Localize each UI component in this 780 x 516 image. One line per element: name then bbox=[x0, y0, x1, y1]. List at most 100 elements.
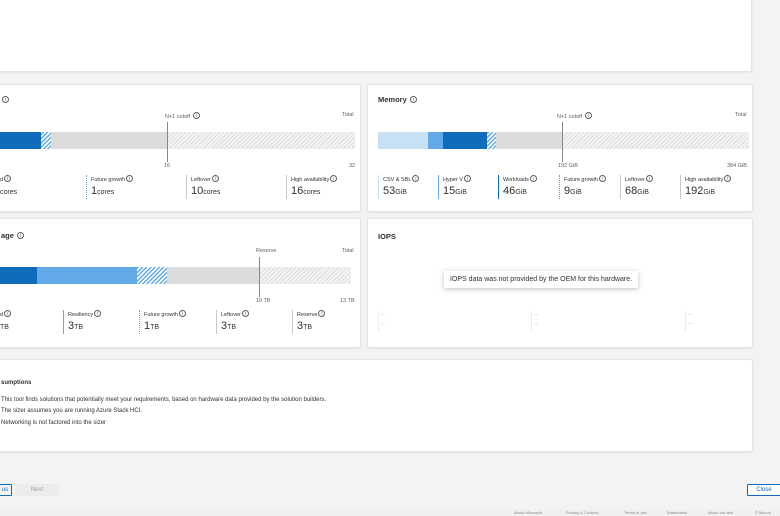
legend-label: d bbox=[0, 177, 4, 183]
legend-label: Future growth bbox=[91, 177, 125, 183]
storage-legend-used: d TB bbox=[0, 310, 12, 334]
info-icon[interactable] bbox=[125, 175, 133, 182]
legend-unit: GiB bbox=[455, 189, 467, 196]
legend-unit: GiB bbox=[395, 189, 407, 196]
iops-placeholder: -- -- bbox=[685, 311, 692, 333]
info-icon[interactable] bbox=[4, 310, 12, 317]
close-button[interactable]: Close bbox=[747, 484, 780, 496]
legend-unit: GiB bbox=[515, 189, 527, 196]
assumptions-title: sumptions bbox=[1, 380, 32, 386]
compute-n1-label: N+1 cutoff bbox=[165, 112, 200, 120]
legend-label: Reserve bbox=[297, 312, 318, 318]
info-icon[interactable] bbox=[2, 96, 9, 103]
compute-legend-growth: Future growth1cores bbox=[86, 175, 133, 199]
legend-unit: cores bbox=[203, 189, 221, 196]
info-icon[interactable] bbox=[330, 175, 338, 182]
info-icon[interactable] bbox=[241, 310, 249, 317]
info-icon[interactable] bbox=[584, 112, 592, 119]
footer-link-ads[interactable]: About our ads bbox=[708, 510, 733, 515]
footer: About Microsoft Privacy & Cookies Terms … bbox=[0, 509, 780, 516]
compute-ha-segment bbox=[51, 132, 167, 149]
storage-reserve-marker bbox=[259, 257, 260, 297]
storage-legend-resiliency: Resiliency3TB bbox=[63, 310, 102, 334]
legend-label: CSV & SBL bbox=[383, 177, 412, 183]
info-icon[interactable] bbox=[598, 175, 606, 182]
info-icon[interactable] bbox=[192, 112, 200, 119]
info-icon[interactable] bbox=[409, 96, 417, 103]
info-icon[interactable] bbox=[463, 175, 471, 182]
memory-title: Memory bbox=[378, 95, 417, 104]
memory-csv-segment bbox=[378, 132, 428, 149]
memory-card: Memory N+1 cutoff Total 192 GiB 384 GiB … bbox=[367, 84, 753, 212]
storage-total-value: 13 TB bbox=[340, 298, 355, 304]
info-icon[interactable] bbox=[211, 175, 219, 182]
compute-n1-marker bbox=[167, 122, 168, 162]
legend-label: Hyper V bbox=[443, 177, 463, 183]
memory-legend-hyperv: Hyper V 15GiB bbox=[438, 175, 471, 199]
legend-label: d bbox=[0, 312, 4, 318]
previous-button[interactable]: us bbox=[0, 484, 12, 496]
legend-unit: cores bbox=[97, 189, 115, 196]
legend-value: 16 bbox=[291, 185, 304, 197]
info-icon[interactable] bbox=[645, 175, 653, 182]
assumption-item: The sizer assumes you are running Azure … bbox=[1, 408, 143, 414]
storage-leftover-segment bbox=[167, 267, 259, 284]
legend-unit: TB bbox=[227, 324, 237, 331]
memory-workloads-segment bbox=[443, 132, 487, 149]
memory-n1-marker bbox=[562, 122, 563, 162]
storage-bar bbox=[0, 267, 351, 284]
info-icon[interactable] bbox=[724, 175, 732, 182]
info-icon[interactable] bbox=[17, 232, 25, 239]
footer-link-privacy[interactable]: Privacy & Cookies bbox=[566, 510, 598, 515]
compute-legend-used: d cores bbox=[0, 175, 17, 199]
memory-leftover-segment bbox=[496, 132, 562, 149]
compute-legend-leftover: Leftover 10cores bbox=[186, 175, 220, 199]
footer-copyright: © Micros bbox=[755, 510, 771, 515]
legend-unit: cores bbox=[0, 189, 18, 196]
info-icon[interactable] bbox=[178, 310, 186, 317]
memory-growth-segment bbox=[487, 132, 496, 149]
compute-growth-segment bbox=[41, 132, 51, 149]
info-icon[interactable] bbox=[4, 175, 12, 182]
memory-title-text: Memory bbox=[378, 95, 407, 104]
memory-legend-csv: CSV & SBL 53GiB bbox=[378, 175, 420, 199]
memory-n1-label-text: N+1 cutoff bbox=[557, 114, 583, 120]
footer-link-trademarks[interactable]: Trademarks bbox=[666, 510, 687, 515]
assumption-item: This tool finds solutions that potential… bbox=[1, 397, 327, 403]
info-icon[interactable] bbox=[529, 175, 537, 182]
storage-title-text: age bbox=[1, 231, 14, 240]
storage-reserve-label: Reserve bbox=[256, 248, 277, 254]
compute-bar bbox=[0, 132, 355, 149]
iops-placeholder-top: -- bbox=[381, 312, 385, 318]
storage-title: age bbox=[1, 231, 25, 240]
info-icon[interactable] bbox=[94, 310, 102, 317]
memory-legend-leftover: Leftover 68GiB bbox=[620, 175, 653, 199]
storage-card: age Reserve Total 10 TB 13 TB d TB Resili… bbox=[0, 218, 361, 348]
iops-placeholder-top: -- bbox=[534, 312, 538, 318]
legend-unit: TB bbox=[150, 324, 160, 331]
compute-title bbox=[1, 95, 9, 104]
legend-unit: TB bbox=[74, 324, 84, 331]
legend-unit: GiB bbox=[637, 189, 649, 196]
storage-growth-segment bbox=[137, 267, 167, 284]
iops-placeholder-bottom: -- bbox=[688, 321, 692, 327]
compute-n1-label-text: N+1 cutoff bbox=[165, 114, 191, 120]
compute-card: N+1 cutoff Total 16 32 d cores Future gro… bbox=[0, 84, 361, 212]
legend-value: 46 bbox=[503, 185, 516, 197]
memory-n1-value: 192 GiB bbox=[558, 163, 578, 169]
top-panel bbox=[0, 0, 752, 72]
memory-total-label: Total bbox=[735, 112, 747, 118]
info-icon[interactable] bbox=[412, 175, 420, 182]
next-button[interactable]: Next bbox=[15, 484, 59, 496]
legend-unit: cores bbox=[303, 189, 321, 196]
legend-label: Leftover bbox=[221, 312, 241, 318]
footer-link-terms[interactable]: Terms of use bbox=[624, 510, 647, 515]
legend-label: Leftover bbox=[625, 177, 645, 183]
iops-placeholder-bottom: -- bbox=[381, 321, 385, 327]
memory-bar bbox=[378, 132, 749, 149]
info-icon[interactable] bbox=[318, 310, 326, 317]
legend-value: 68 bbox=[625, 185, 638, 197]
storage-legend-leftover: Leftover3TB bbox=[216, 310, 249, 334]
compute-legend-ha: High availability 16cores bbox=[286, 175, 338, 199]
footer-link-about[interactable]: About Microsoft bbox=[514, 510, 542, 515]
